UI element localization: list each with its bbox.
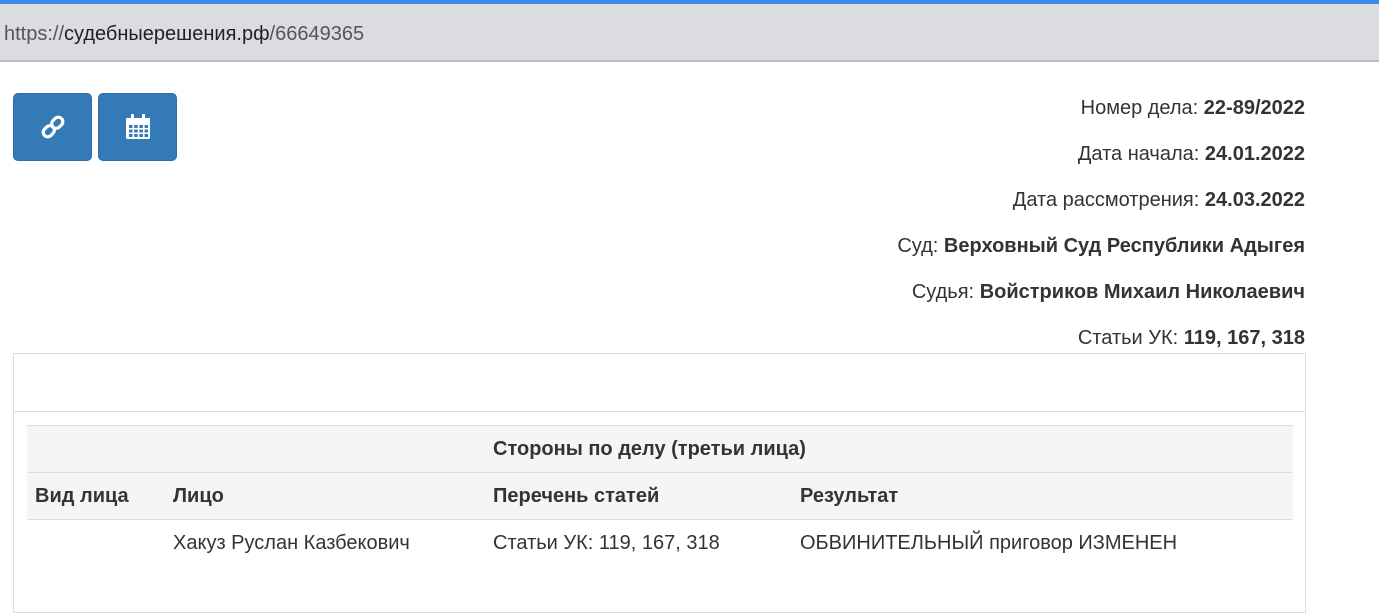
table-row: Хакуз Руслан Казбекович Статьи УК: 119, … — [27, 519, 1293, 567]
url-host: судебныерешения.рф — [64, 23, 270, 45]
column-header-articles: Перечень статей — [485, 472, 792, 520]
parties-header-row: Вид лица Лицо Перечень статей Результат — [27, 472, 1293, 520]
case-number-label: Номер дела: — [1080, 97, 1199, 119]
case-info: Номер дела: 22-89/2022 Дата начала: 24.0… — [897, 92, 1305, 368]
column-header-person: Лицо — [165, 472, 485, 520]
cell-person: Хакуз Руслан Казбекович — [165, 519, 485, 567]
judge: Судья: Войстриков Михаил Николаевич — [897, 276, 1305, 322]
articles-label: Статьи УК: — [1077, 327, 1179, 349]
cell-articles: Статьи УК: 119, 167, 318 — [485, 519, 792, 567]
cell-result: ОБВИНИТЕЛЬНЫЙ приговор ИЗМЕНЕН — [792, 519, 1293, 567]
start-date: Дата начала: 24.01.2022 — [897, 138, 1305, 184]
calendar-icon — [124, 113, 152, 141]
address-bar[interactable]: https://судебныерешения.рф/66649365 — [0, 4, 1379, 62]
court: Суд: Верховный Суд Республики Адыгея — [897, 230, 1305, 276]
column-header-result: Результат — [792, 472, 1293, 520]
column-header-party-type: Вид лица — [27, 472, 165, 520]
judge-label: Судья: — [911, 281, 975, 303]
parties-table-title: Стороны по делу (третьи лица) — [485, 425, 1293, 473]
url-path: /66649365 — [269, 23, 365, 45]
review-date-value: 24.03.2022 — [1204, 189, 1305, 211]
review-date: Дата рассмотрения: 24.03.2022 — [897, 184, 1305, 230]
cell-party-type — [27, 519, 165, 567]
link-icon — [38, 112, 68, 142]
url-scheme: https:// — [4, 23, 65, 45]
case-number-value: 22-89/2022 — [1203, 97, 1305, 119]
title-spacer — [27, 425, 165, 473]
case-number: Номер дела: 22-89/2022 — [897, 92, 1305, 138]
start-date-value: 24.01.2022 — [1204, 143, 1305, 165]
judge-value: Войстриков Михаил Николаевич — [979, 281, 1305, 303]
court-value: Верховный Суд Республики Адыгея — [943, 235, 1305, 257]
title-spacer — [165, 425, 485, 473]
copy-link-button[interactable] — [13, 93, 92, 161]
articles-value: 119, 167, 318 — [1183, 327, 1305, 349]
start-date-label: Дата начала: — [1077, 143, 1200, 165]
parties-panel: Стороны по делу (третьи лица) Вид лица Л… — [13, 353, 1306, 613]
court-label: Суд: — [897, 235, 939, 257]
review-date-label: Дата рассмотрения: — [1012, 189, 1200, 211]
panel-heading — [14, 354, 1305, 412]
url-text[interactable]: https://судебныерешения.рф/66649365 — [4, 21, 364, 47]
calendar-button[interactable] — [98, 93, 177, 161]
parties-title-row: Стороны по делу (третьи лица) — [27, 425, 1293, 473]
parties-table: Стороны по делу (третьи лица) Вид лица Л… — [27, 425, 1293, 567]
